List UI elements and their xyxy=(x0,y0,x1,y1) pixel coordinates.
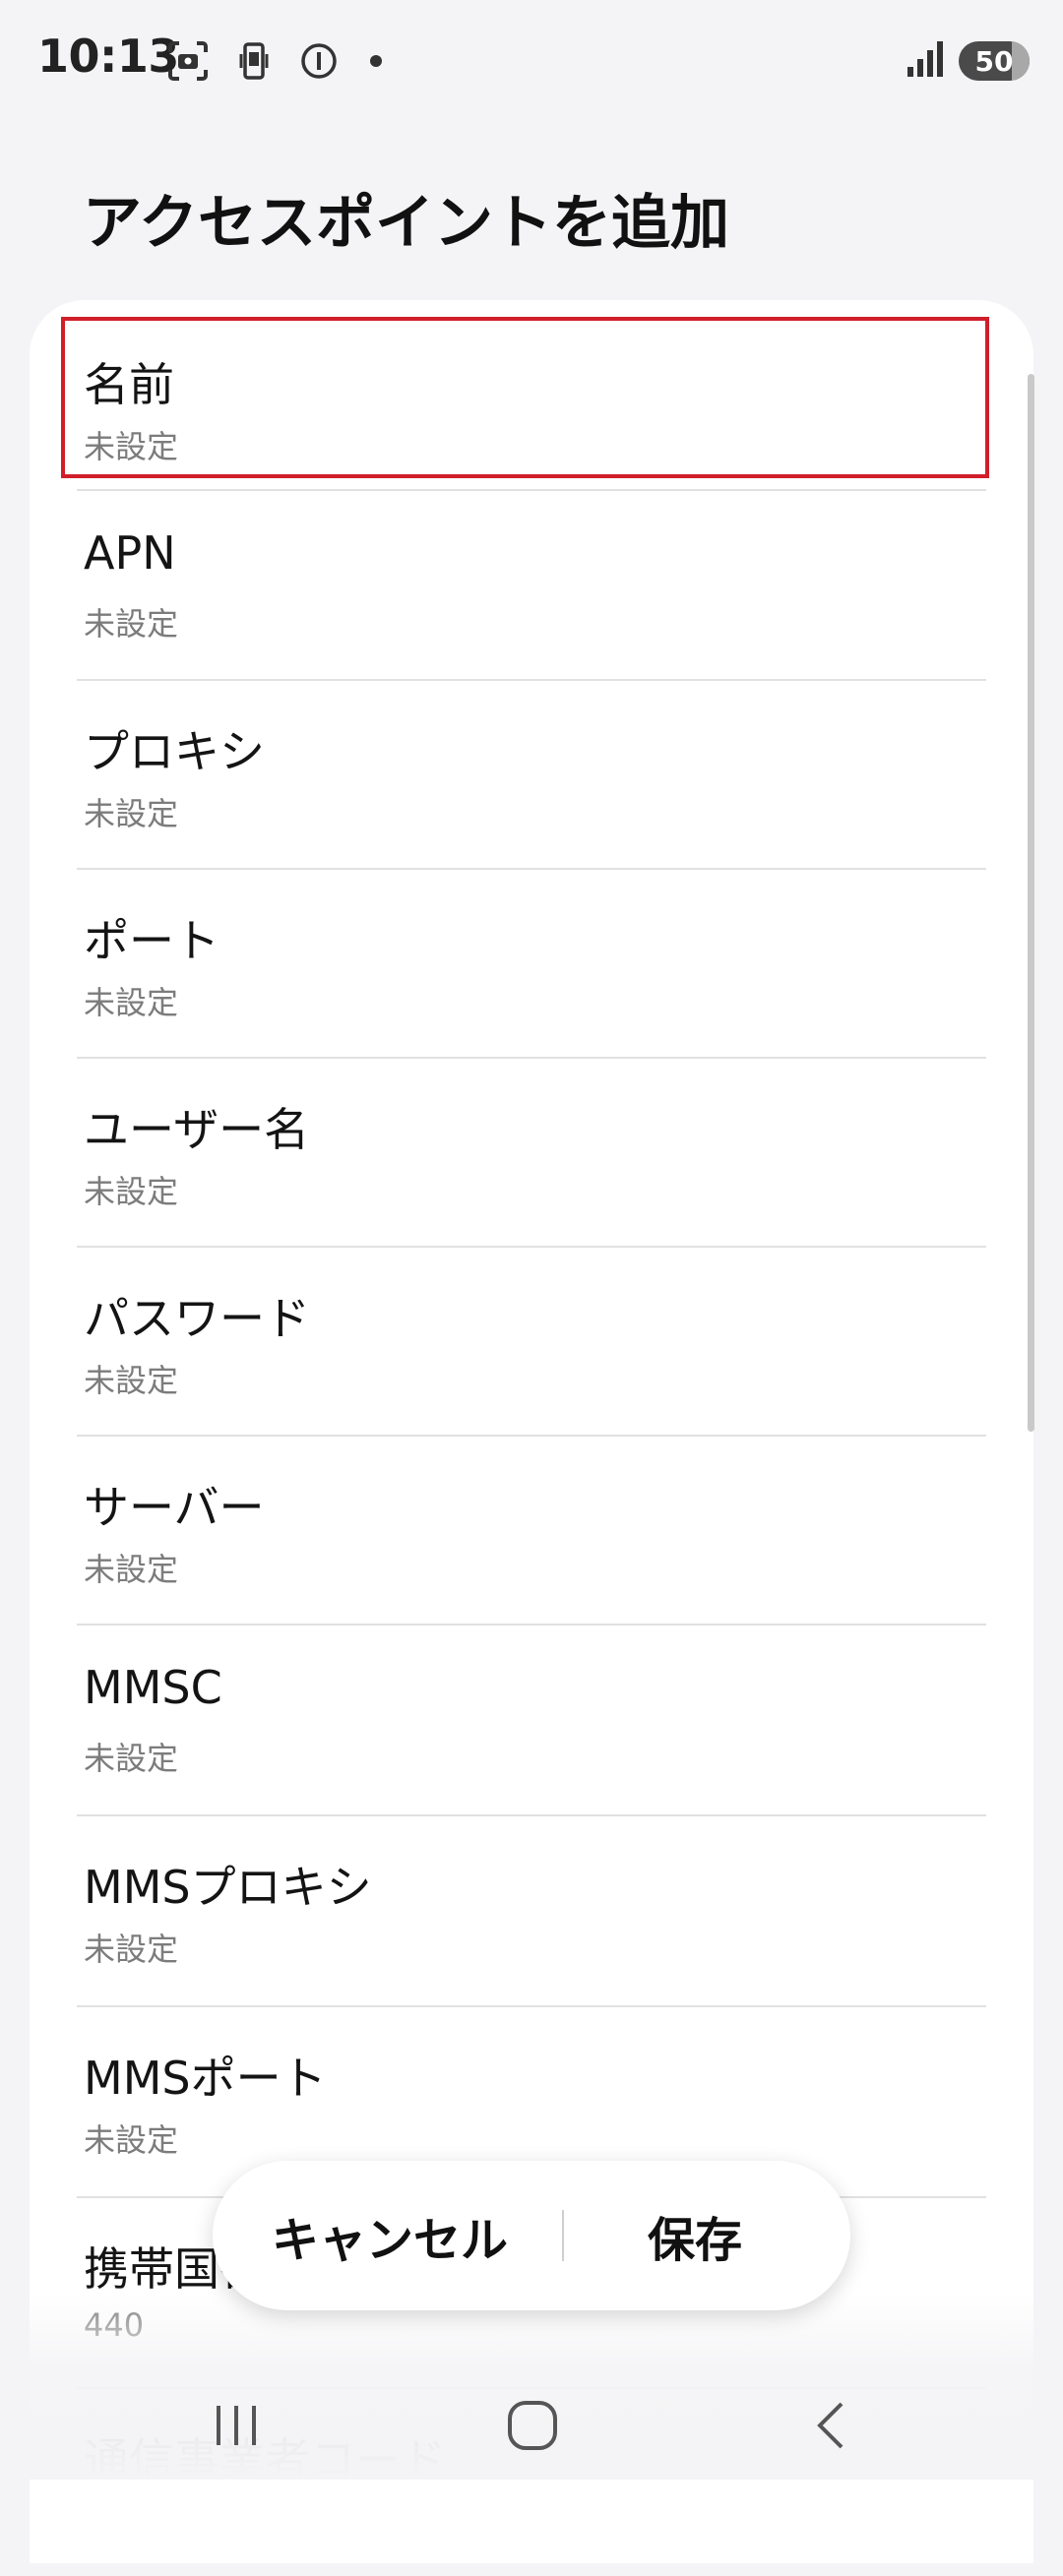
item-value: 未設定 xyxy=(84,1173,179,1210)
status-right: 50 xyxy=(906,37,1030,85)
item-label: MMSC xyxy=(84,1661,222,1714)
item-label: サーバー xyxy=(84,1481,265,1534)
list-item-proxy[interactable]: プロキシ 未設定 xyxy=(77,679,986,868)
phone-vibrate-icon xyxy=(238,40,270,82)
item-label: プロキシ xyxy=(84,725,265,778)
list-item-port[interactable]: ポート 未設定 xyxy=(77,868,986,1057)
item-value: 未設定 xyxy=(84,1551,179,1588)
status-time: 10:13 xyxy=(37,30,179,83)
list-item-username[interactable]: ユーザー名 未設定 xyxy=(77,1057,986,1246)
item-label: ユーザー名 xyxy=(84,1103,310,1156)
signal-icon xyxy=(906,39,945,83)
item-label: ポート xyxy=(84,914,219,967)
list-item-apn[interactable]: APN 未設定 xyxy=(77,489,986,678)
item-label: MMSポート xyxy=(84,2052,327,2105)
home-icon xyxy=(508,2401,557,2450)
item-label: MMSプロキシ xyxy=(84,1861,372,1914)
item-label: パスワード xyxy=(84,1292,310,1345)
home-button[interactable] xyxy=(488,2381,577,2470)
item-value: 未設定 xyxy=(84,1362,179,1399)
item-label: APN xyxy=(84,526,176,580)
item-value: 未設定 xyxy=(84,1740,179,1777)
action-separator xyxy=(562,2210,564,2261)
page-title: アクセスポイントを追加 xyxy=(83,189,729,258)
focus-highlight-box xyxy=(61,317,989,478)
dot-icon xyxy=(368,53,384,69)
info-circle-icon xyxy=(299,41,339,81)
action-bar: キャンセル 保存 xyxy=(213,2161,850,2310)
cancel-button[interactable]: キャンセル xyxy=(252,2161,528,2310)
save-button[interactable]: 保存 xyxy=(567,2161,823,2310)
list-item-mms-proxy[interactable]: MMSプロキシ 未設定 xyxy=(77,1814,986,2003)
back-button[interactable] xyxy=(787,2381,876,2470)
battery-level: 50 xyxy=(974,44,1014,78)
item-value: 未設定 xyxy=(84,605,179,643)
navigation-bar xyxy=(0,2361,1063,2480)
item-value: 未設定 xyxy=(84,1931,179,1968)
status-icons-left xyxy=(167,39,384,83)
recent-apps-icon xyxy=(217,2406,256,2445)
status-bar: 10:13 50 xyxy=(0,0,1063,123)
item-value: 未設定 xyxy=(84,984,179,1021)
recent-apps-button[interactable] xyxy=(192,2381,281,2470)
list-item-server[interactable]: サーバー 未設定 xyxy=(77,1435,986,1624)
battery-indicator: 50 xyxy=(959,41,1030,81)
scrollbar[interactable] xyxy=(1028,374,1034,1432)
list-item-mmsc[interactable]: MMSC 未設定 xyxy=(77,1624,986,1812)
screenshot-icon xyxy=(167,40,209,82)
item-value: 未設定 xyxy=(84,795,179,832)
item-value: 未設定 xyxy=(84,2121,179,2159)
list-item-password[interactable]: パスワード 未設定 xyxy=(77,1246,986,1435)
back-icon xyxy=(817,2402,844,2449)
